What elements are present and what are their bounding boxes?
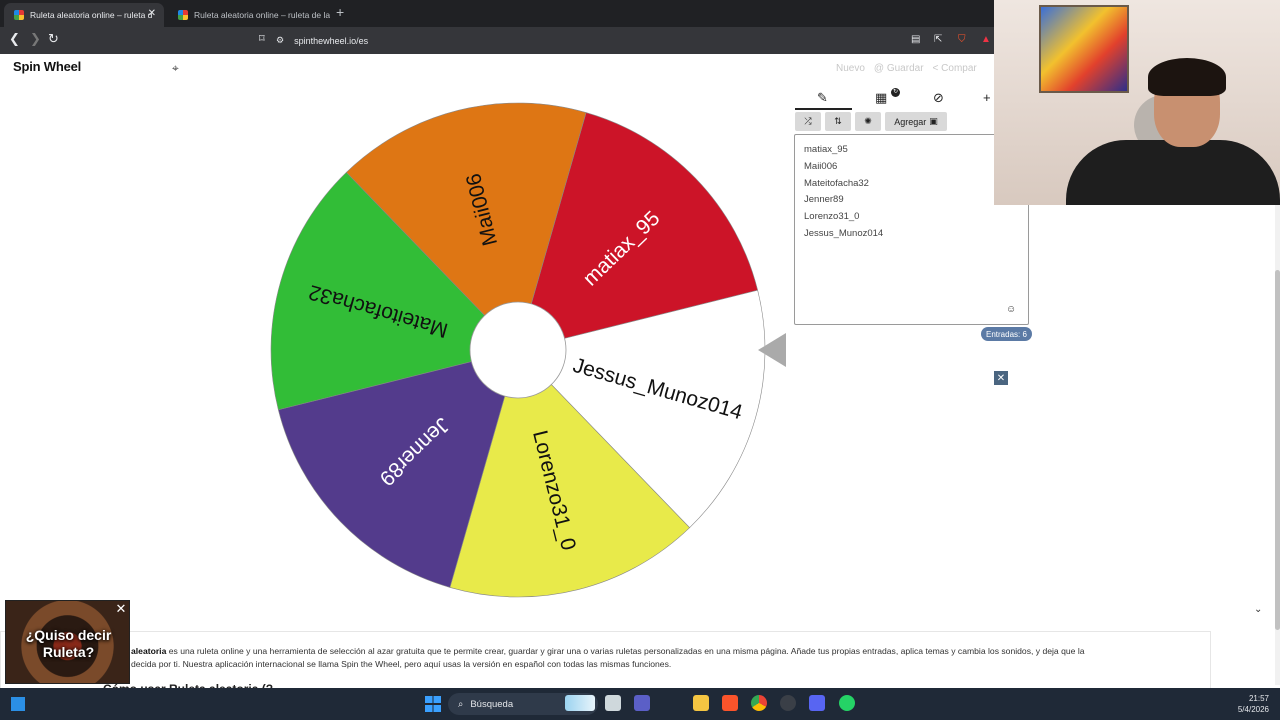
close-ad-icon[interactable]: ✕: [113, 601, 129, 617]
close-ad-icon[interactable]: ✕: [994, 371, 1008, 385]
add-image-button[interactable]: Agregar ▣: [885, 112, 947, 131]
entry-line: matiax_95: [804, 144, 848, 155]
settings-button[interactable]: ✺: [855, 112, 881, 131]
favicon-icon: [14, 10, 24, 20]
close-tab-icon[interactable]: ✕: [148, 8, 156, 19]
task-view-icon[interactable]: [605, 695, 621, 711]
favicon-icon: [178, 10, 188, 20]
shuffle-icon: ⤮: [804, 116, 812, 126]
whatsapp-icon[interactable]: [839, 695, 855, 711]
save-label: Guardar: [886, 63, 924, 74]
wheel-pointer-icon: [758, 333, 786, 367]
entry-actions: ⤮ ⇅ ✺ Agregar ▣: [795, 112, 947, 132]
discord-icon[interactable]: [809, 695, 825, 711]
wall-poster: [1039, 5, 1129, 93]
settings-icon: ✺: [864, 116, 872, 126]
new-tab-icon[interactable]: +: [336, 4, 344, 20]
tab-title: Ruleta aleatoria online – ruleta de la: [194, 10, 330, 20]
windows-start-icon[interactable]: [425, 696, 441, 712]
chrome-icon[interactable]: [751, 695, 767, 711]
add-image-label: Agregar: [894, 116, 927, 127]
file-explorer-icon[interactable]: [693, 695, 709, 711]
description-bold: aleatoria: [131, 646, 167, 656]
entry-line: Lorenzo31_0: [804, 211, 860, 223]
scrollbar-thumb[interactable]: [1275, 270, 1280, 630]
ad-text: ¿Quiso decir Ruleta?: [25, 627, 112, 660]
description-line-1: es una ruleta online y una herramienta d…: [166, 646, 1085, 656]
teams-icon[interactable]: [634, 695, 650, 711]
sort-button[interactable]: ⇅: [825, 112, 851, 131]
wheel-graphic[interactable]: matiax_95Jessus_Munoz014Lorenzo31_0Jenne…: [268, 100, 768, 600]
widgets-icon[interactable]: [11, 697, 25, 711]
pencil-icon[interactable]: ✎: [817, 90, 828, 106]
panel-toolbar: ✎ ▦ ↻ ⊘ +: [795, 88, 995, 110]
site-logo[interactable]: Spin Wheel: [13, 59, 81, 74]
plus-icon[interactable]: +: [983, 90, 991, 105]
eye-off-icon[interactable]: ⊘: [933, 90, 944, 106]
entry-line: Maii006: [804, 160, 838, 172]
new-button[interactable]: Nuevo: [836, 63, 865, 74]
taskbar-search-label: Búsqueda: [470, 698, 514, 710]
bookmark-icon[interactable]: ⌑: [259, 32, 265, 45]
reload-icon[interactable]: ↻: [48, 31, 59, 47]
spin-wheel[interactable]: matiax_95 Jessus_Munoz014 Lorenzo31_0 Jenne…: [268, 100, 768, 600]
entries-count-badge: Entradas: 6: [981, 327, 1032, 341]
url-text: spinthewheel.io/es: [294, 35, 369, 46]
shuffle-button[interactable]: ⤮: [795, 112, 821, 131]
roulette-ad[interactable]: ¿Quiso decir Ruleta?: [5, 600, 130, 684]
clipboard-icon[interactable]: ▦: [875, 90, 887, 106]
clock-date: 5/4/2026: [1237, 705, 1269, 714]
person-hair: [1148, 58, 1226, 96]
wheel-hub[interactable]: [469, 301, 567, 399]
active-tab-underline: [795, 108, 852, 110]
clock-time: 21:57: [1248, 694, 1269, 703]
search-icon: ⌕: [458, 698, 464, 710]
share-button[interactable]: < Compar: [933, 63, 977, 74]
brave-shield-icon[interactable]: ⛉: [958, 34, 970, 45]
entry-line: Jessus_Munoz014: [804, 227, 884, 239]
site-info-icon[interactable]: ⚙: [276, 35, 284, 46]
share-label: Compar: [941, 63, 977, 74]
entry-line: Mateitofacha32: [804, 177, 869, 189]
tab-inactive[interactable]: Ruleta aleatoria online – ruleta de la: [168, 3, 330, 27]
share-icon[interactable]: ⇱: [934, 34, 946, 45]
mouse-cursor-icon: ⌖: [172, 61, 179, 75]
brave-icon[interactable]: [722, 695, 738, 711]
reader-icon[interactable]: ▤: [911, 34, 923, 45]
back-icon[interactable]: ❮: [9, 31, 20, 47]
tab-active[interactable]: Ruleta aleatoria online – ruleta d ✕: [4, 3, 164, 27]
url-field[interactable]: ⚙ spinthewheel.io/es: [276, 30, 996, 51]
webcam-overlay: [994, 0, 1280, 205]
clipboard-badge: ↻: [891, 88, 900, 97]
tab-title: Ruleta aleatoria online – ruleta d: [30, 10, 153, 20]
obs-icon[interactable]: [780, 695, 796, 711]
emoji-icon[interactable]: ☺: [1006, 304, 1016, 315]
entry-line: Jenner89: [804, 194, 844, 206]
rewards-icon[interactable]: ▲: [981, 34, 993, 45]
save-button[interactable]: @ Guardar: [874, 63, 924, 74]
forward-icon[interactable]: ❯: [30, 31, 41, 47]
person-body: [1066, 140, 1280, 205]
header-actions: Nuevo @ Guardar < Compar: [836, 63, 977, 74]
description-text: aleatoria es una ruleta online y una her…: [131, 645, 1171, 671]
image-icon: ▣: [929, 116, 938, 126]
news-widget-icon[interactable]: [565, 695, 595, 711]
description-line-2: decida por ti. Nuestra aplicación intern…: [131, 659, 672, 669]
taskbar-clock: 21:57 5/4/2026: [1233, 693, 1269, 715]
chevron-down-icon[interactable]: ⌄: [1254, 604, 1262, 615]
sort-icon: ⇅: [834, 116, 842, 126]
